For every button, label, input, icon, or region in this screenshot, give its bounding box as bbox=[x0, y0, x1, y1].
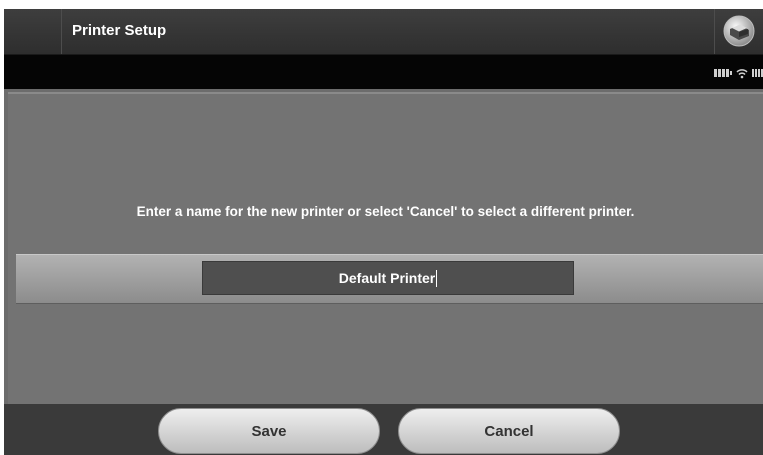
signal-icon bbox=[752, 69, 763, 77]
content-panel: Enter a name for the new printer or sele… bbox=[8, 92, 763, 406]
title-bar-left-cell bbox=[4, 9, 62, 54]
title-bar-right-cell[interactable] bbox=[714, 9, 763, 54]
status-bar bbox=[4, 55, 763, 89]
page-title: Printer Setup bbox=[72, 22, 167, 39]
save-button[interactable]: Save bbox=[158, 408, 380, 454]
button-bar: Save Cancel bbox=[4, 404, 763, 455]
title-bar: Printer Setup bbox=[4, 9, 763, 55]
instruction-text: Enter a name for the new printer or sele… bbox=[136, 204, 635, 219]
printer-setup-screen: Printer Setup Enter a name for the new p… bbox=[4, 9, 763, 455]
text-caret bbox=[436, 269, 438, 287]
battery-icon bbox=[714, 69, 732, 77]
printer-app-icon[interactable] bbox=[723, 15, 755, 47]
printer-name-value: Default Printer bbox=[338, 270, 436, 286]
cancel-button[interactable]: Cancel bbox=[398, 408, 620, 454]
printer-name-input[interactable]: Default Printer bbox=[202, 261, 574, 295]
input-strip: Default Printer bbox=[16, 254, 763, 304]
wifi-icon bbox=[736, 68, 748, 78]
status-icons bbox=[714, 67, 763, 79]
